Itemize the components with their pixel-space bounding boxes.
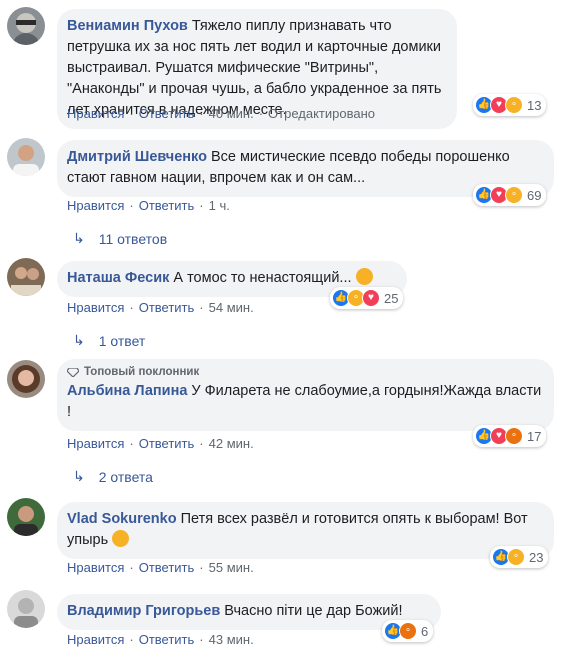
like-link[interactable]: Нравится xyxy=(67,300,124,315)
reactions-count: 17 xyxy=(527,428,542,444)
reactions-summary[interactable]: 👍 ♥ ∘ 13 xyxy=(473,94,547,116)
avatar[interactable] xyxy=(7,138,45,176)
reactions-summary[interactable]: 👍 ∘ 6 xyxy=(382,620,434,642)
badge-label: Топовый поклонник xyxy=(84,366,200,378)
reactions-summary[interactable]: 👍 ♥ ∘ 17 xyxy=(473,425,547,447)
reply-arrow-icon: ↳ xyxy=(73,230,85,246)
like-link[interactable]: Нравится xyxy=(67,198,124,213)
reactions-summary[interactable]: 👍 ∘ 23 xyxy=(490,546,549,568)
avatar[interactable] xyxy=(7,7,45,45)
angry-reaction-icon: ∘ xyxy=(399,622,417,640)
comment-text: Вчасно піти це дар Божий! xyxy=(224,603,403,619)
avatar[interactable] xyxy=(7,258,45,296)
timestamp[interactable]: 40 мин. xyxy=(209,106,254,121)
reply-arrow-icon: ↳ xyxy=(73,468,85,484)
timestamp[interactable]: 55 мин. xyxy=(209,560,254,575)
replies-count[interactable]: 1 ответ xyxy=(99,333,146,349)
comment-actions: Нравится · Ответить · 54 мин. xyxy=(67,300,254,315)
edited-label[interactable]: Отредактировано xyxy=(268,106,375,121)
reply-link[interactable]: Ответить xyxy=(139,632,195,647)
timestamp[interactable]: 43 мин. xyxy=(209,632,254,647)
avatar[interactable] xyxy=(7,498,45,536)
like-link[interactable]: Нравится xyxy=(67,106,124,121)
comment-author[interactable]: Дмитрий Шевченко xyxy=(67,149,207,165)
angry-reaction-icon: ∘ xyxy=(505,427,523,445)
comment-bubble: Топовый поклонник Альбина Лапина У Филаре… xyxy=(57,359,554,431)
avatar[interactable] xyxy=(7,590,45,628)
laughing-emoji-icon xyxy=(355,268,373,285)
reactions-summary[interactable]: 👍 ∘ ♥ 25 xyxy=(330,287,404,309)
comment-author[interactable]: Вениамин Пухов xyxy=(67,18,188,34)
comment-text: А томос то ненастоящий... xyxy=(173,270,352,286)
view-replies-link[interactable]: ↳ 11 ответов xyxy=(73,230,167,247)
haha-reaction-icon: ∘ xyxy=(505,186,523,204)
reply-link[interactable]: Ответить xyxy=(139,560,195,575)
like-link[interactable]: Нравится xyxy=(67,436,124,451)
comment-author[interactable]: Vlad Sokurenko xyxy=(67,511,177,527)
flushed-emoji-icon xyxy=(112,530,130,547)
haha-reaction-icon: ∘ xyxy=(505,96,523,114)
comment-actions: Нравится · Ответить · 42 мин. xyxy=(67,436,254,451)
reply-link[interactable]: Ответить xyxy=(139,198,195,213)
reactions-count: 13 xyxy=(527,97,542,113)
view-replies-link[interactable]: ↳ 2 ответа xyxy=(73,468,153,485)
timestamp[interactable]: 54 мин. xyxy=(209,300,254,315)
reactions-count: 25 xyxy=(384,290,399,306)
like-link[interactable]: Нравится xyxy=(67,560,124,575)
timestamp[interactable]: 42 мин. xyxy=(209,436,254,451)
comment-author[interactable]: Альбина Лапина xyxy=(67,383,187,399)
replies-count[interactable]: 2 ответа xyxy=(99,469,153,485)
reactions-count: 6 xyxy=(421,623,429,639)
reactions-count: 23 xyxy=(529,549,544,565)
view-replies-link[interactable]: ↳ 1 ответ xyxy=(73,332,145,349)
comment-author[interactable]: Наташа Фесик xyxy=(67,270,169,286)
comment-actions: Нравится · Ответить · 1 ч. xyxy=(67,198,230,213)
top-fan-badge[interactable]: Топовый поклонник xyxy=(67,365,542,379)
like-link[interactable]: Нравится xyxy=(67,632,124,647)
comment-actions: Нравится · Ответить · 43 мин. xyxy=(67,632,254,647)
timestamp[interactable]: 1 ч. xyxy=(209,198,230,213)
reply-link[interactable]: Ответить xyxy=(139,436,195,451)
love-reaction-icon: ♥ xyxy=(362,289,380,307)
diamond-icon xyxy=(67,367,79,377)
reply-arrow-icon: ↳ xyxy=(73,332,85,348)
comment-actions: Нравится · Ответить · 40 мин. · Отредактирован… xyxy=(67,106,376,121)
reply-link[interactable]: Ответить xyxy=(139,106,195,121)
reactions-summary[interactable]: 👍 ♥ ∘ 69 xyxy=(473,184,547,206)
comment-bubble: Vlad Sokurenko Петя всех развёл и готовит… xyxy=(57,502,554,559)
comment-actions: Нравится · Ответить · 55 мин. xyxy=(67,560,254,575)
reactions-count: 69 xyxy=(527,187,542,203)
replies-count[interactable]: 11 ответов xyxy=(99,231,167,247)
sad-reaction-icon: ∘ xyxy=(507,548,525,566)
comment-author[interactable]: Владимир Григорьев xyxy=(67,603,220,619)
reply-link[interactable]: Ответить xyxy=(139,300,195,315)
avatar[interactable] xyxy=(7,360,45,398)
